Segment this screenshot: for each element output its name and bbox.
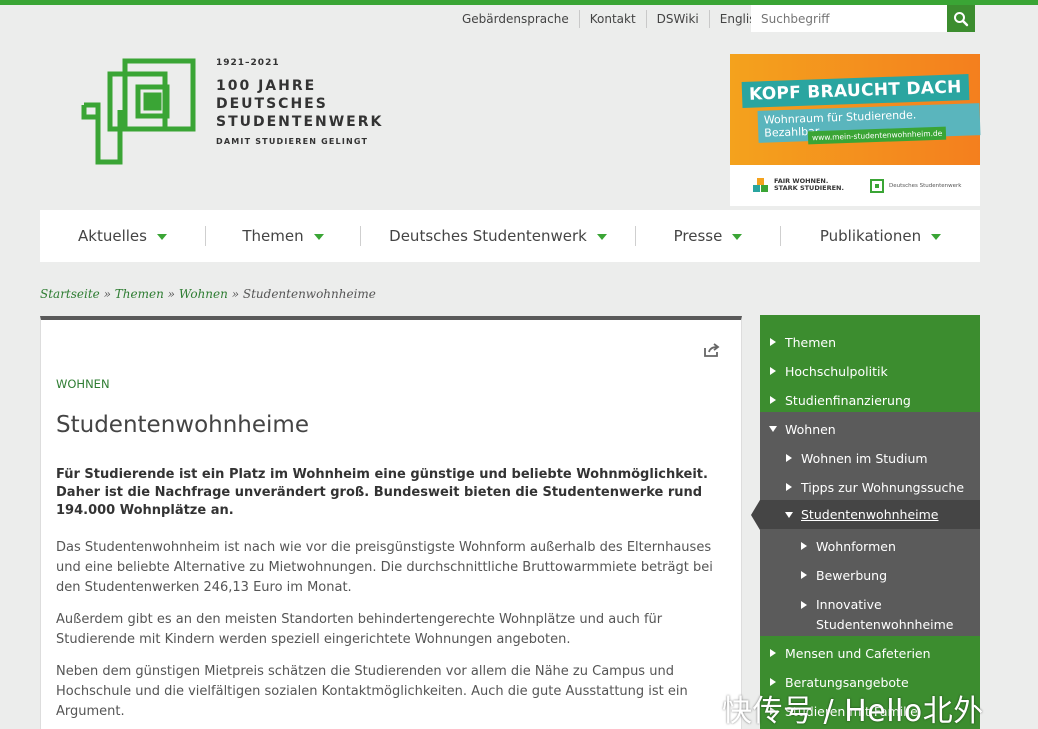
- search-bar: [751, 5, 975, 32]
- caret-right-icon: [786, 454, 792, 462]
- nav-label: Publikationen: [819, 227, 922, 245]
- sidebar-item-studienfinanzierung[interactable]: Studienfinanzierung: [760, 390, 980, 410]
- util-link-kontakt[interactable]: Kontakt: [580, 10, 647, 28]
- cubes-icon: [753, 178, 768, 192]
- share-button[interactable]: [703, 342, 721, 362]
- sidebar-item-wohnformen[interactable]: Wohnformen: [760, 536, 980, 556]
- logo-years: 1921–2021: [216, 58, 280, 68]
- caret-right-icon: [786, 483, 792, 491]
- breadcrumb-startseite[interactable]: Startseite: [40, 287, 100, 301]
- nav-themen[interactable]: Themen: [206, 226, 361, 246]
- caret-right-icon: [770, 678, 776, 686]
- banner-dsw-logo: Deutsches Studentenwerk: [868, 178, 961, 194]
- article-kicker: WOHNEN: [56, 377, 110, 391]
- sidebar-item-label: Mensen und Cafeterien: [785, 645, 931, 661]
- caret-right-icon: [801, 571, 807, 579]
- logo-line-1: 100 JAHRE: [216, 78, 317, 94]
- sidebar-item-label: Tipps zur Wohnungssuche: [801, 479, 965, 495]
- campaign-banner[interactable]: KOPF BRAUCHT DACH Wohnraum für Studieren…: [730, 54, 981, 206]
- search-input[interactable]: [751, 5, 947, 32]
- caret-down-icon: [769, 426, 777, 432]
- breadcrumb-wohnen[interactable]: Wohnen: [179, 287, 228, 301]
- breadcrumb-separator: »: [167, 287, 175, 301]
- breadcrumb: Startseite » Themen » Wohnen » Studenten…: [40, 287, 376, 301]
- util-link-gebaerdensprache[interactable]: Gebärdensprache: [452, 10, 580, 28]
- nav-label: Presse: [673, 227, 723, 245]
- caret-right-icon: [801, 601, 807, 609]
- article-paragraph-3: Neben dem günstigen Mietpreis schätzen d…: [56, 664, 688, 719]
- caret-right-icon: [770, 396, 776, 404]
- sidebar-item-label: Themen: [785, 334, 837, 350]
- sidebar-item-innovative-wohnheime[interactable]: Innovative Studentenwohnheime: [760, 595, 980, 633]
- sidebar-item-label: Wohnen im Studium: [801, 450, 928, 466]
- sidebar-item-label: Bewerbung: [816, 567, 888, 583]
- sidebar-item-label: Innovative: [816, 597, 882, 612]
- nav-label: Themen: [242, 227, 304, 245]
- article-paragraph-2: Außerdem gibt es an den meisten Standort…: [56, 612, 663, 647]
- sidebar-item-label: Hochschulpolitik: [785, 363, 888, 379]
- 100-years-logo-mark: [81, 58, 196, 165]
- nav-aktuelles[interactable]: Aktuelles: [40, 226, 206, 246]
- logo-line-3: STUDENTENWERK: [216, 114, 384, 130]
- caret-right-icon: [770, 338, 776, 346]
- chevron-down-icon: [596, 234, 607, 240]
- caret-down-icon: [785, 511, 793, 518]
- chevron-down-icon: [931, 234, 942, 240]
- sidebar-item-label: Studienfinanzierung: [785, 392, 911, 408]
- chevron-down-icon: [156, 234, 167, 240]
- utility-nav: Gebärdensprache Kontakt DSWiki English: [452, 10, 773, 28]
- logo-wordmark: 1921–2021 100 JAHRE DEUTSCHES STUDENTENW…: [216, 58, 383, 146]
- search-button[interactable]: [947, 5, 975, 32]
- article-content: WOHNEN Studentenwohnheime Für Studierend…: [40, 316, 742, 729]
- breadcrumb-separator: »: [231, 287, 240, 301]
- nav-presse[interactable]: Presse: [636, 226, 781, 246]
- dsw-small-logo-icon: [870, 179, 884, 193]
- nav-label: Deutsches Studentenwerk: [389, 227, 587, 245]
- nav-publikationen[interactable]: Publikationen: [781, 226, 980, 246]
- sidebar-item-label: Wohnen: [785, 421, 836, 437]
- watermark-overlay: 快传号 / Hello北外: [722, 694, 984, 729]
- sidebar-item-tipps-wohnungssuche[interactable]: Tipps zur Wohnungssuche: [760, 477, 980, 497]
- caret-right-icon: [770, 367, 776, 375]
- logo-tagline: DAMIT STUDIEREN GELINGT: [216, 137, 369, 146]
- sidebar-item-studentenwohnheime[interactable]: Studentenwohnheime: [751, 500, 980, 530]
- caret-right-icon: [801, 542, 807, 550]
- caret-right-icon: [770, 649, 776, 657]
- breadcrumb-themen[interactable]: Themen: [115, 287, 164, 301]
- chevron-down-icon: [313, 234, 324, 240]
- util-link-dswiki[interactable]: DSWiki: [647, 10, 710, 28]
- sidebar-item-mensen[interactable]: Mensen und Cafeterien: [760, 643, 980, 663]
- sidebar-item-wohnen[interactable]: Wohnen: [760, 419, 980, 439]
- share-icon: [704, 343, 720, 357]
- active-pointer: [751, 500, 760, 530]
- article-lead: Für Studierende ist ein Platz im Wohnhei…: [56, 467, 708, 518]
- article-paragraph-1: Das Studentenwohnheim ist nach wie vor d…: [56, 540, 713, 595]
- breadcrumb-current: Studentenwohnheime: [242, 287, 376, 301]
- main-nav: Aktuelles Themen Deutsches Studentenwerk…: [40, 210, 980, 262]
- sidebar-item-themen[interactable]: Themen: [760, 332, 980, 352]
- chevron-down-icon: [732, 234, 743, 240]
- banner-fair-line-2: STARK STUDIEREN.: [774, 184, 844, 192]
- banner-dsw-label: Deutsches Studentenwerk: [889, 183, 962, 189]
- sidebar-item-label: Studentenwohnheime: [801, 507, 939, 522]
- nav-label: Aktuelles: [78, 227, 147, 245]
- sidebar-nav: Themen Hochschulpolitik Studienfinanzier…: [751, 315, 980, 729]
- breadcrumb-separator: »: [103, 287, 111, 301]
- page-title: Studentenwohnheime: [56, 412, 309, 438]
- search-icon: [954, 11, 969, 26]
- nav-deutsches-studentenwerk[interactable]: Deutsches Studentenwerk: [361, 226, 636, 246]
- sidebar-item-bewerbung[interactable]: Bewerbung: [760, 565, 980, 585]
- sidebar-item-label-2: Studentenwohnheime: [816, 617, 954, 632]
- sidebar-item-label: Wohnformen: [816, 538, 896, 554]
- logo-line-2: DEUTSCHES: [216, 96, 328, 112]
- logo[interactable]: [80, 58, 200, 172]
- sidebar-item-wohnen-im-studium[interactable]: Wohnen im Studium: [760, 448, 980, 468]
- banner-fair-wohnen: FAIR WOHNEN. STARK STUDIEREN.: [752, 176, 844, 194]
- sidebar-item-hochschulpolitik[interactable]: Hochschulpolitik: [760, 361, 980, 381]
